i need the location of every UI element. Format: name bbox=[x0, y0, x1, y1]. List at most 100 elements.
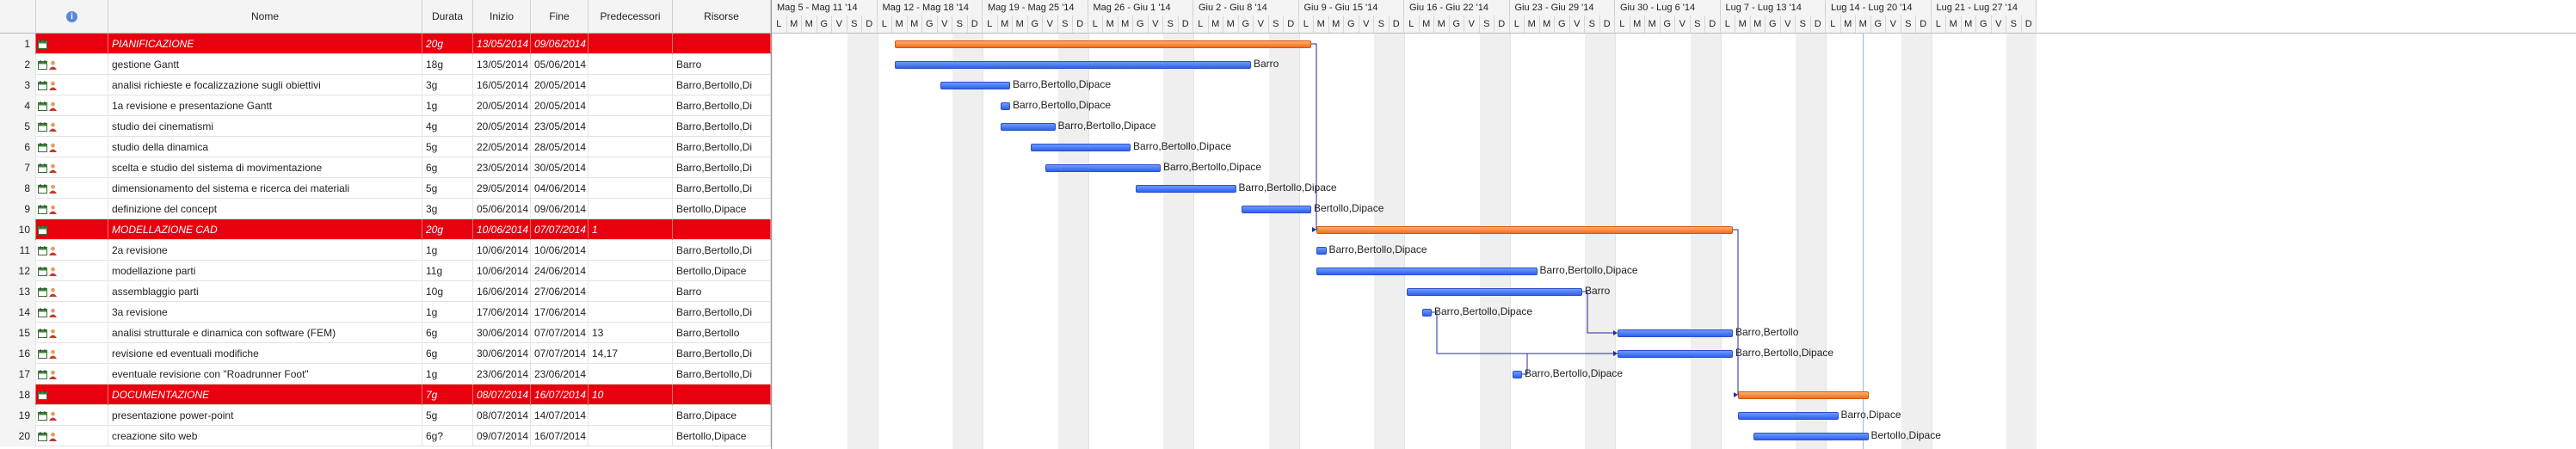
task-duration[interactable]: 6g? bbox=[422, 426, 473, 446]
task-duration[interactable]: 1g bbox=[422, 364, 473, 384]
task-row[interactable]: 17 eventuale revisione con "Roadrunner Fo… bbox=[0, 364, 771, 384]
task-row[interactable]: 9 definizione del concept 3g 05/06/2014 09/0… bbox=[0, 199, 771, 219]
task-duration[interactable]: 1g bbox=[422, 240, 473, 261]
task-duration[interactable]: 4g bbox=[422, 116, 473, 137]
task-start[interactable]: 30/06/2014 bbox=[473, 343, 531, 364]
task-name[interactable]: modellazione parti bbox=[108, 261, 422, 281]
task-start[interactable]: 20/05/2014 bbox=[473, 95, 531, 116]
task-duration[interactable]: 6g bbox=[422, 157, 473, 178]
task-row[interactable]: 14 3a revisione 1g 17/06/2014 17/06/2014 Barr… bbox=[0, 302, 771, 323]
task-finish[interactable]: 20/05/2014 bbox=[531, 75, 589, 95]
task-row[interactable]: 7 scelta e studio del sistema di moviment… bbox=[0, 157, 771, 178]
task-duration[interactable]: 11g bbox=[422, 261, 473, 281]
task-start[interactable]: 10/06/2014 bbox=[473, 261, 531, 281]
task-predecessors[interactable]: 10 bbox=[589, 384, 673, 405]
task-name[interactable]: 3a revisione bbox=[108, 302, 422, 323]
task-resources[interactable]: Barro,Bertollo,Di bbox=[673, 157, 771, 178]
header-resources[interactable]: Risorse bbox=[673, 0, 771, 34]
task-start[interactable]: 13/05/2014 bbox=[473, 34, 531, 54]
task-duration[interactable]: 1g bbox=[422, 302, 473, 323]
task-name[interactable]: studio della dinamica bbox=[108, 137, 422, 157]
task-duration[interactable]: 18g bbox=[422, 54, 473, 75]
task-resources[interactable]: Bertollo,Dipace bbox=[673, 426, 771, 446]
task-resources[interactable]: Barro bbox=[673, 54, 771, 75]
task-name[interactable]: assemblaggio parti bbox=[108, 281, 422, 302]
task-predecessors[interactable] bbox=[589, 157, 673, 178]
task-row[interactable]: 4 1a revisione e presentazione Gantt 1g 20/… bbox=[0, 95, 771, 116]
task-duration[interactable]: 20g bbox=[422, 219, 473, 240]
task-resources[interactable]: Barro,Bertollo,Di bbox=[673, 240, 771, 261]
task-finish[interactable]: 27/06/2014 bbox=[531, 281, 589, 302]
task-resources[interactable]: Barro,Bertollo,Di bbox=[673, 116, 771, 137]
task-predecessors[interactable] bbox=[589, 34, 673, 54]
task-finish[interactable]: 10/06/2014 bbox=[531, 240, 589, 261]
task-row[interactable]: 15 analisi strutturale e dinamica con sof… bbox=[0, 323, 771, 343]
task-name[interactable]: presentazione power-point bbox=[108, 405, 422, 426]
header-indicators[interactable]: i bbox=[36, 0, 108, 34]
task-finish[interactable]: 16/07/2014 bbox=[531, 384, 589, 405]
task-predecessors[interactable] bbox=[589, 405, 673, 426]
task-row[interactable]: 11 2a revisione 1g 10/06/2014 10/06/2014 Barr… bbox=[0, 240, 771, 261]
task-predecessors[interactable] bbox=[589, 95, 673, 116]
task-predecessors[interactable]: 13 bbox=[589, 323, 673, 343]
task-finish[interactable]: 04/06/2014 bbox=[531, 178, 589, 199]
header-name[interactable]: Nome bbox=[108, 0, 422, 34]
task-finish[interactable]: 20/05/2014 bbox=[531, 95, 589, 116]
task-duration[interactable]: 6g bbox=[422, 323, 473, 343]
task-start[interactable]: 16/06/2014 bbox=[473, 281, 531, 302]
task-duration[interactable]: 5g bbox=[422, 178, 473, 199]
task-resources[interactable] bbox=[673, 384, 771, 405]
header-row-number[interactable] bbox=[0, 0, 36, 34]
task-row[interactable]: 18 DOCUMENTAZIONE 7g 08/07/2014 16/07/2014 10 bbox=[0, 384, 771, 405]
task-start[interactable]: 22/05/2014 bbox=[473, 137, 531, 157]
task-name[interactable]: gestione Gantt bbox=[108, 54, 422, 75]
task-name[interactable]: analisi strutturale e dinamica con softw… bbox=[108, 323, 422, 343]
task-name[interactable]: 1a revisione e presentazione Gantt bbox=[108, 95, 422, 116]
task-start[interactable]: 13/05/2014 bbox=[473, 54, 531, 75]
task-resources[interactable]: Barro,Bertollo,Di bbox=[673, 95, 771, 116]
task-duration[interactable]: 3g bbox=[422, 199, 473, 219]
task-predecessors[interactable] bbox=[589, 75, 673, 95]
task-resources[interactable]: Barro,Bertollo,Di bbox=[673, 343, 771, 364]
task-predecessors[interactable] bbox=[589, 137, 673, 157]
task-resources[interactable]: Barro,Bertollo,Di bbox=[673, 75, 771, 95]
task-row[interactable]: 1 PIANIFICAZIONE 20g 13/05/2014 09/06/2014 bbox=[0, 34, 771, 54]
task-finish[interactable]: 14/07/2014 bbox=[531, 405, 589, 426]
task-predecessors[interactable]: 14,17 bbox=[589, 343, 673, 364]
task-name[interactable]: 2a revisione bbox=[108, 240, 422, 261]
task-name[interactable]: eventuale revisione con "Roadrunner Foot… bbox=[108, 364, 422, 384]
header-start[interactable]: Inizio bbox=[473, 0, 531, 34]
task-predecessors[interactable] bbox=[589, 116, 673, 137]
task-resources[interactable]: Barro,Bertollo,Di bbox=[673, 302, 771, 323]
task-predecessors[interactable] bbox=[589, 261, 673, 281]
task-resources[interactable] bbox=[673, 219, 771, 240]
task-predecessors[interactable] bbox=[589, 199, 673, 219]
task-finish[interactable]: 09/06/2014 bbox=[531, 199, 589, 219]
task-duration[interactable]: 10g bbox=[422, 281, 473, 302]
task-finish[interactable]: 07/07/2014 bbox=[531, 219, 589, 240]
task-name[interactable]: creazione sito web bbox=[108, 426, 422, 446]
task-name[interactable]: dimensionamento del sistema e ricerca de… bbox=[108, 178, 422, 199]
task-row[interactable]: 20 creazione sito web 6g? 09/07/2014 16/07/2… bbox=[0, 426, 771, 446]
task-name[interactable]: DOCUMENTAZIONE bbox=[108, 384, 422, 405]
task-name[interactable]: definizione del concept bbox=[108, 199, 422, 219]
task-start[interactable]: 05/06/2014 bbox=[473, 199, 531, 219]
task-row[interactable]: 10 MODELLAZIONE CAD 20g 10/06/2014 07/07/201… bbox=[0, 219, 771, 240]
task-row[interactable]: 13 assemblaggio parti 10g 16/06/2014 27/06/2… bbox=[0, 281, 771, 302]
task-row[interactable]: 12 modellazione parti 11g 10/06/2014 24/06/2… bbox=[0, 261, 771, 281]
task-start[interactable]: 17/06/2014 bbox=[473, 302, 531, 323]
task-resources[interactable]: Barro,Bertollo bbox=[673, 323, 771, 343]
task-finish[interactable]: 23/05/2014 bbox=[531, 116, 589, 137]
task-duration[interactable]: 7g bbox=[422, 384, 473, 405]
task-row[interactable]: 6 studio della dinamica 5g 22/05/2014 28/05/… bbox=[0, 137, 771, 157]
task-row[interactable]: 2 gestione Gantt 18g 13/05/2014 05/06/2014 Ba… bbox=[0, 54, 771, 75]
task-duration[interactable]: 20g bbox=[422, 34, 473, 54]
task-resources[interactable]: Barro,Dipace bbox=[673, 405, 771, 426]
task-finish[interactable]: 17/06/2014 bbox=[531, 302, 589, 323]
task-finish[interactable]: 05/06/2014 bbox=[531, 54, 589, 75]
task-predecessors[interactable] bbox=[589, 178, 673, 199]
task-finish[interactable]: 30/05/2014 bbox=[531, 157, 589, 178]
task-resources[interactable] bbox=[673, 34, 771, 54]
task-resources[interactable]: Barro,Bertollo,Di bbox=[673, 364, 771, 384]
task-start[interactable]: 08/07/2014 bbox=[473, 384, 531, 405]
